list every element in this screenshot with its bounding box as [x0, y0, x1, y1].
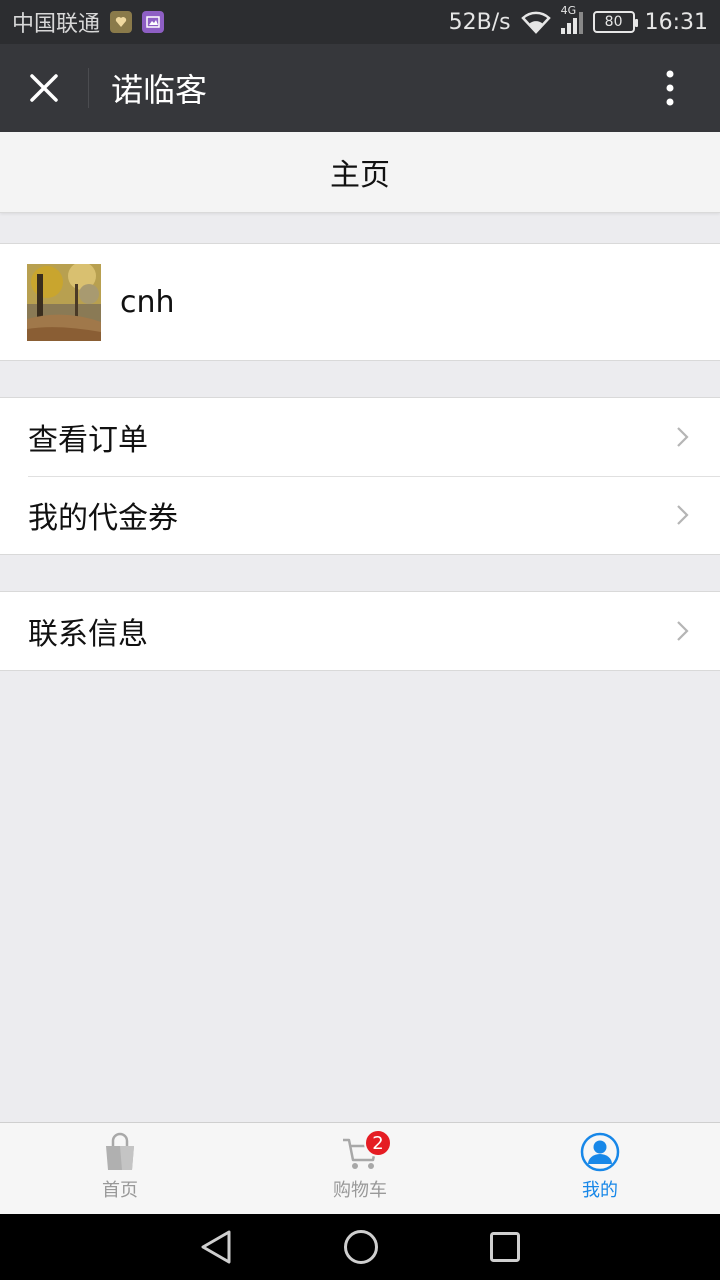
- list-item-contact-info[interactable]: 联系信息: [0, 592, 720, 670]
- page-title: 主页: [330, 158, 390, 193]
- tab-home[interactable]: 首页: [0, 1123, 240, 1214]
- tab-label: 我的: [582, 1180, 618, 1201]
- carrier-name: 中国联通: [12, 12, 101, 37]
- signal-icon: 4G: [560, 4, 583, 34]
- system-navigation-bar: [0, 1214, 720, 1280]
- more-options-button[interactable]: [620, 44, 720, 132]
- tab-label: 首页: [102, 1180, 138, 1201]
- app-title-bar: 诺临客: [0, 44, 720, 132]
- clock: 16:31: [644, 9, 708, 35]
- network-type: 4G: [560, 4, 577, 17]
- more-vertical-icon: [666, 70, 674, 106]
- wifi-icon: [520, 11, 551, 34]
- shopping-bag-icon: [106, 1132, 134, 1170]
- app-title: 诺临客: [111, 71, 208, 109]
- menu-group-orders: 查看订单 我的代金券: [0, 397, 720, 555]
- network-speed: 52B/s: [448, 9, 511, 35]
- recents-icon[interactable]: [489, 1231, 521, 1263]
- profile-card[interactable]: cnh: [0, 243, 720, 361]
- home-icon[interactable]: [343, 1229, 379, 1265]
- status-bar: 中国联通 52B/s 4G 80 16:31: [0, 0, 720, 44]
- chevron-right-icon: [677, 621, 689, 641]
- battery-level: 80: [604, 14, 623, 30]
- tab-cart[interactable]: 2 购物车: [240, 1123, 480, 1214]
- list-item-label: 查看订单: [28, 423, 148, 458]
- list-item-label: 联系信息: [28, 617, 148, 652]
- list-item-label: 我的代金券: [28, 501, 178, 536]
- username: cnh: [120, 284, 175, 320]
- battery-icon: 80: [592, 11, 638, 33]
- tab-label: 购物车: [333, 1180, 387, 1201]
- user-icon: [580, 1132, 620, 1172]
- close-icon: [30, 74, 58, 102]
- gallery-notification-icon: [142, 11, 165, 33]
- avatar: [27, 263, 101, 341]
- back-icon[interactable]: [199, 1229, 233, 1265]
- bottom-tab-bar: 首页 2 购物车 我的: [0, 1122, 720, 1214]
- notification-app-icon: [110, 11, 133, 33]
- menu-group-contact: 联系信息: [0, 591, 720, 671]
- list-item-view-orders[interactable]: 查看订单: [0, 398, 720, 476]
- chevron-right-icon: [677, 505, 689, 525]
- cart-count-badge: 2: [364, 1129, 392, 1157]
- chevron-right-icon: [677, 427, 689, 447]
- close-button[interactable]: [0, 44, 88, 132]
- title-divider: [88, 68, 89, 108]
- list-item-my-vouchers[interactable]: 我的代金券: [0, 476, 720, 554]
- page-header: 主页: [0, 132, 720, 213]
- tab-mine[interactable]: 我的: [480, 1123, 720, 1214]
